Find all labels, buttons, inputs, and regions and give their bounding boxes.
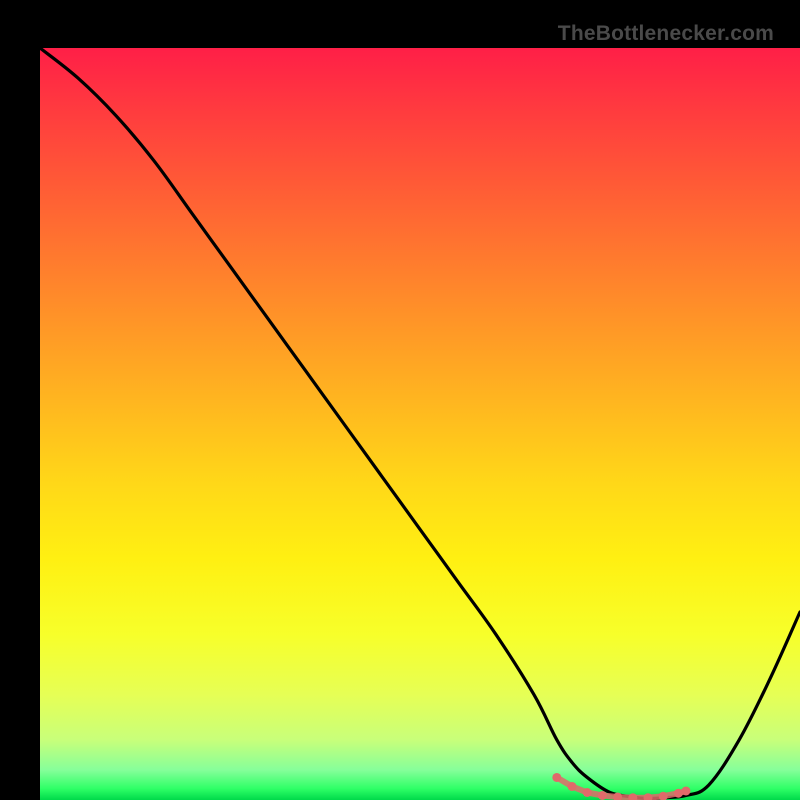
outer-black-frame: TheBottlenecker.com (20, 20, 780, 780)
flat-region-dot (583, 788, 592, 797)
gradient-plot-area (40, 48, 800, 800)
watermark-text: TheBottlenecker.com (558, 22, 774, 46)
flat-region-dot (552, 773, 561, 782)
bottleneck-curve-path (40, 48, 800, 799)
flat-region-dot (628, 793, 637, 800)
flat-region-dot (682, 786, 691, 795)
bottleneck-curve-svg (40, 48, 800, 800)
flat-region-dot (568, 782, 577, 791)
flat-region-dot (598, 791, 607, 800)
flat-region-dot (674, 789, 683, 798)
flat-region-markers (552, 773, 690, 800)
flat-region-dot (644, 793, 653, 800)
